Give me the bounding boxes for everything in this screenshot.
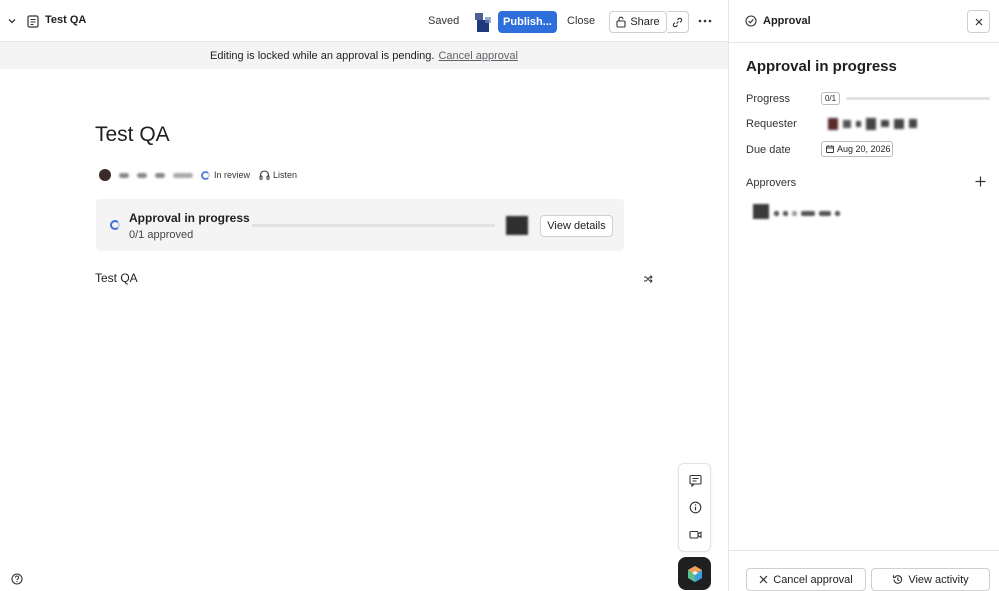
ai-assistant-icon (686, 565, 704, 583)
approval-progress-bar (252, 224, 495, 227)
cancel-approval-label: Cancel approval (773, 573, 853, 586)
copy-link-button[interactable] (667, 11, 689, 33)
author-redacted (119, 172, 129, 178)
divider (729, 550, 999, 551)
date-redacted (155, 172, 165, 178)
cancel-approval-button[interactable]: Cancel approval (746, 568, 866, 591)
requester-redacted[interactable] (828, 117, 932, 130)
panel-title: Approval in progress (746, 58, 897, 75)
view-activity-button[interactable]: View activity (871, 568, 990, 591)
document-icon (27, 15, 39, 28)
side-toolbar (678, 463, 711, 552)
panel-progress-bar (846, 97, 990, 100)
in-review-icon (201, 170, 210, 180)
avatar (753, 203, 769, 219)
locked-message: Editing is locked while an approval is p… (210, 49, 435, 62)
approver-name-redacted (774, 204, 844, 219)
publish-button[interactable]: Publish... (498, 11, 557, 33)
view-details-button[interactable]: View details (540, 215, 613, 237)
due-date-label: Due date (746, 144, 791, 156)
locked-banner: Editing is locked while an approval is p… (0, 42, 728, 69)
requester-label: Requester (746, 118, 797, 130)
close-icon (974, 17, 984, 27)
x-icon (759, 575, 768, 584)
calendar-icon (826, 145, 834, 153)
history-icon (892, 574, 903, 585)
chevron-down-icon[interactable] (6, 15, 18, 27)
page-title[interactable]: Test QA (95, 123, 170, 147)
avatar[interactable] (99, 169, 111, 181)
lock-icon (616, 16, 626, 28)
top-toolbar: Test QA Saved Publish... Close Share (0, 0, 728, 42)
avatar[interactable] (506, 216, 528, 235)
document-meta-row: In review Listen (99, 168, 297, 182)
due-date-value: Aug 20, 2026 (837, 144, 891, 154)
check-circle-icon (745, 15, 757, 27)
ai-assistant-button[interactable] (678, 557, 711, 590)
listen-button[interactable]: Listen (259, 170, 297, 180)
close-button[interactable]: Close (567, 15, 595, 27)
view-activity-label: View activity (908, 573, 969, 586)
plus-icon[interactable] (975, 176, 986, 187)
due-date-picker[interactable]: Aug 20, 2026 (821, 141, 893, 157)
document-body-text[interactable]: Test QA (95, 271, 138, 285)
link-icon (672, 17, 683, 28)
listen-label: Listen (273, 170, 298, 180)
approvers-label: Approvers (746, 177, 797, 189)
headphones-icon (259, 170, 270, 180)
author-redacted (137, 172, 147, 178)
progress-count-badge: 0/1 (821, 92, 840, 105)
cancel-approval-link[interactable]: Cancel approval (438, 50, 518, 62)
info-icon[interactable] (689, 501, 702, 514)
progress-spinner-icon (110, 220, 120, 230)
panel-header-title: Approval (763, 15, 811, 27)
video-icon[interactable] (689, 528, 702, 541)
share-label: Share (630, 16, 660, 28)
close-panel-button[interactable] (967, 10, 990, 33)
divider (729, 42, 999, 43)
progress-label: Progress (746, 93, 791, 105)
approval-card: Approval in progress 0/1 approved View d… (96, 199, 624, 251)
document-pane: Test QA Saved Publish... Close Share Edi… (0, 0, 728, 591)
document-title[interactable]: Test QA (45, 14, 86, 26)
approval-card-title: Approval in progress (129, 211, 250, 225)
time-redacted (173, 172, 193, 178)
saved-status: Saved (428, 15, 460, 27)
help-icon[interactable] (11, 573, 23, 585)
more-horizontal-icon[interactable] (697, 13, 713, 29)
approver-item[interactable] (753, 203, 844, 219)
status-label[interactable]: In review (214, 170, 250, 180)
avatar[interactable] (472, 11, 492, 32)
shuffle-icon[interactable] (643, 274, 653, 284)
approval-panel: Approval Approval in progress Progress 0… (728, 0, 999, 591)
share-button[interactable]: Share (609, 11, 667, 33)
comment-icon[interactable] (689, 474, 702, 487)
approval-card-count: 0/1 approved (129, 229, 194, 241)
